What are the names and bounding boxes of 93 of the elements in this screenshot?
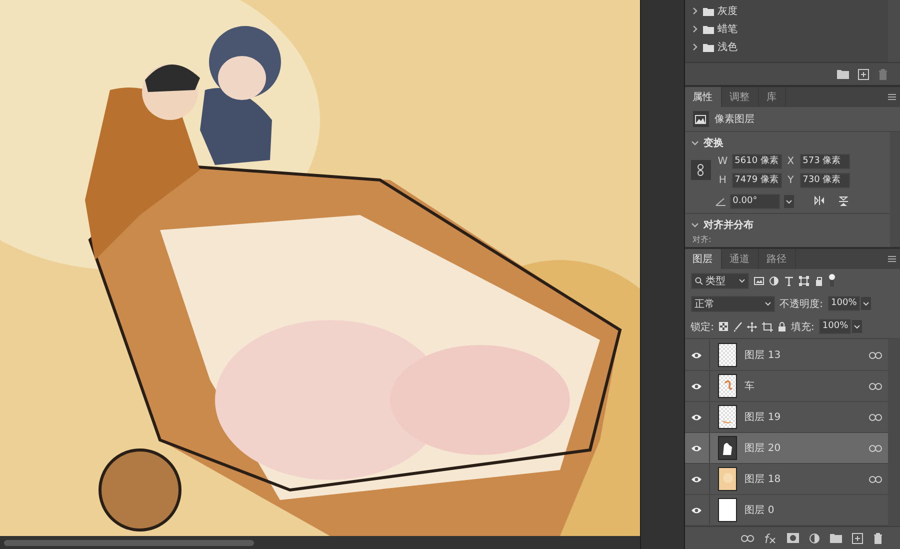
effects-icon[interactable] (764, 532, 778, 544)
fill-field[interactable]: 100% (819, 319, 852, 334)
caret-icon (786, 200, 792, 204)
panel-tab[interactable]: 调整 (722, 87, 759, 107)
layer-thumbnail (718, 498, 737, 522)
field-label: W (716, 156, 729, 167)
move-icon[interactable] (747, 322, 758, 332)
caret-icon (738, 278, 745, 282)
layer-name: 车 (744, 380, 756, 393)
chevron-icon[interactable] (690, 7, 699, 15)
angle-field[interactable]: 0.00° (730, 194, 780, 209)
fill-label: 填充: (791, 320, 814, 334)
input-field[interactable]: 730 像素 (800, 173, 850, 188)
trash-icon[interactable] (873, 532, 884, 544)
caret-icon[interactable] (862, 302, 869, 306)
eye-icon[interactable] (691, 352, 702, 358)
panel-tab[interactable]: 通道 (722, 249, 759, 269)
checkerboard-icon[interactable] (719, 322, 728, 331)
folder-icon (702, 24, 714, 34)
layer-thumbnail (718, 436, 737, 460)
field-label: X (786, 156, 796, 167)
section-title: 变换 (704, 136, 724, 150)
add-icon[interactable] (852, 532, 864, 544)
angle-icon (714, 197, 726, 206)
align-label: 对齐: (692, 236, 712, 244)
folder-icon[interactable] (830, 533, 842, 543)
swatch-group[interactable]: 浅色 (684, 38, 888, 56)
layer-thumbnail (718, 467, 737, 491)
panel-tab[interactable]: 路径 (758, 249, 796, 269)
filter-dropdown[interactable]: 类型 (690, 272, 749, 288)
layer-name: 图层 18 (744, 473, 782, 486)
menu-icon[interactable] (888, 256, 896, 262)
opacity-field[interactable]: 100% (828, 296, 860, 311)
chevron-icon[interactable] (690, 43, 699, 51)
layer-thumbnail (718, 343, 737, 367)
input-field[interactable]: 573 像素 (800, 154, 850, 169)
lock-label: 锁定: (690, 320, 714, 334)
layer-name: 图层 20 (744, 442, 782, 455)
eye-icon[interactable] (691, 382, 702, 390)
layer-row[interactable]: 图层 20 (684, 433, 888, 464)
chevron-icon[interactable] (690, 221, 699, 229)
blend-mode-dropdown[interactable]: 正常 (690, 296, 775, 312)
crop-icon[interactable] (762, 322, 774, 332)
swatch-group[interactable]: 蜡笔 (684, 20, 888, 38)
caret-icon (764, 302, 771, 306)
opacity-label: 不透明度: (780, 298, 824, 310)
link-icon[interactable] (697, 164, 704, 176)
chevron-icon[interactable] (690, 25, 699, 33)
layer-name: 图层 13 (744, 349, 782, 362)
eye-icon[interactable] (691, 476, 702, 482)
panel-tab[interactable]: 库 (758, 87, 786, 107)
search-icon (694, 276, 703, 284)
eye-icon[interactable] (691, 414, 702, 420)
layer-kind-label: 像素图层 (714, 112, 755, 126)
input-field[interactable]: 5610 像素 (732, 154, 782, 169)
link-icon[interactable] (741, 534, 754, 542)
type-filter-icon[interactable] (784, 276, 794, 286)
section-title: 对齐并分布 (704, 218, 754, 232)
adjustment-icon[interactable] (809, 532, 820, 544)
eye-icon[interactable] (691, 506, 702, 514)
toggle-icon[interactable] (828, 274, 835, 288)
folder-icon[interactable] (837, 69, 849, 79)
panel-tab[interactable]: 属性 (684, 87, 722, 107)
folder-icon (702, 6, 714, 16)
layer-row[interactable]: 图层 18 (684, 464, 888, 495)
shape-filter-icon[interactable] (798, 276, 809, 286)
layer-name: 图层 0 (744, 504, 776, 517)
eye-icon[interactable] (691, 444, 702, 452)
field-label: Y (786, 175, 795, 186)
image-filter-icon[interactable] (754, 276, 764, 286)
input-field[interactable]: 7479 像素 (732, 173, 782, 188)
add-icon[interactable] (858, 68, 869, 80)
caret-icon[interactable] (854, 324, 860, 328)
layer-name: 图层 19 (744, 411, 782, 424)
layer-thumbnail (718, 374, 737, 398)
mask-icon[interactable] (787, 533, 800, 543)
panel-tab[interactable]: 图层 (684, 249, 722, 269)
field-label: H (718, 175, 728, 186)
layer-thumbnail (718, 405, 737, 429)
layer-row[interactable]: 图层 13 (684, 340, 888, 371)
smart-object-filter-icon[interactable] (814, 276, 824, 286)
folder-icon (702, 42, 714, 52)
image-icon (695, 114, 706, 124)
scrollbar[interactable] (4, 540, 254, 546)
flip-horizontal-icon[interactable] (814, 196, 825, 205)
lock-icon[interactable] (778, 322, 786, 332)
swatch-group[interactable]: 灰度 (684, 2, 888, 20)
layer-row[interactable]: 车 (684, 371, 888, 402)
menu-icon[interactable] (888, 94, 896, 100)
brush-icon[interactable] (733, 322, 742, 332)
chevron-icon[interactable] (690, 139, 699, 147)
flip-vertical-icon[interactable] (838, 196, 848, 207)
adjustment-filter-icon[interactable] (768, 276, 779, 286)
